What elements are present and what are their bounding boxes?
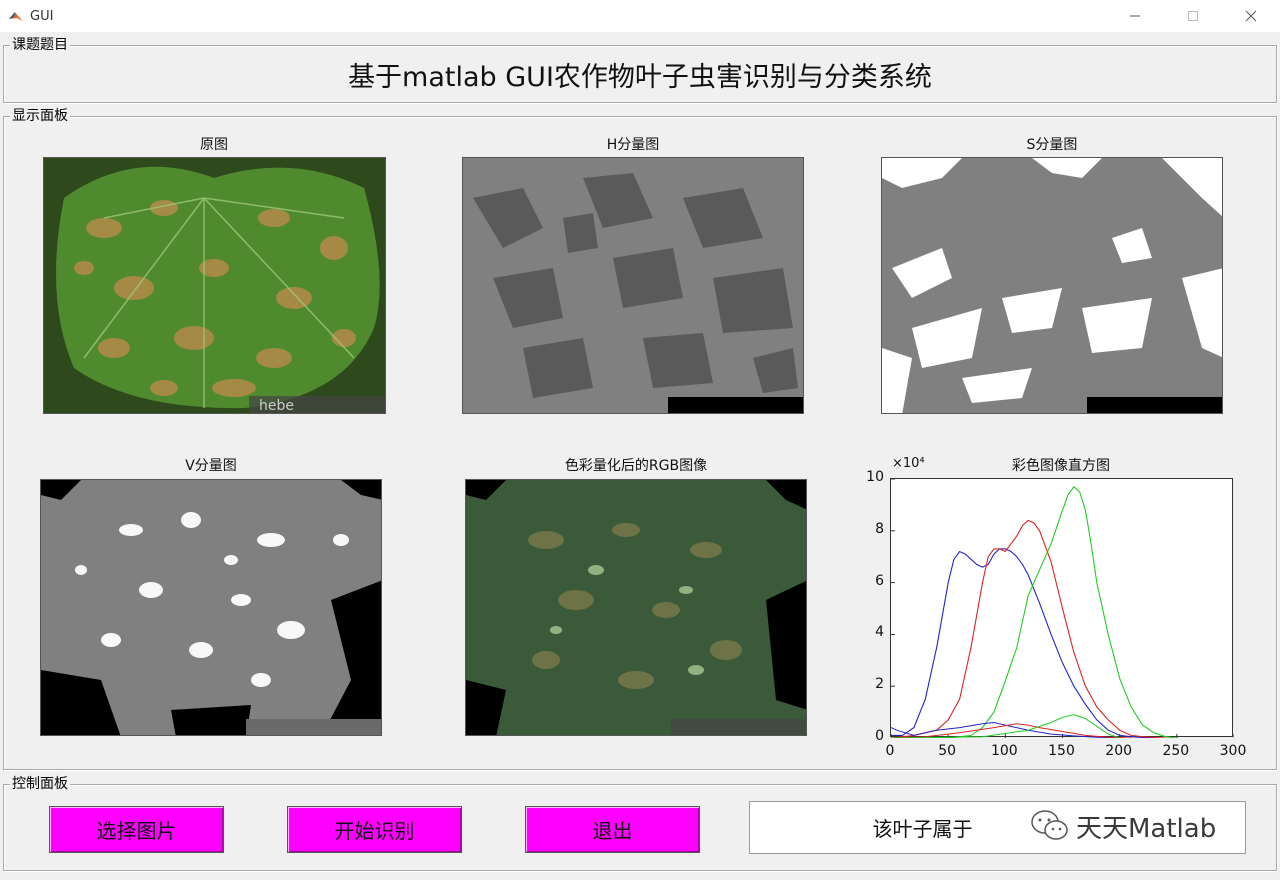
display-panel-legend: 显示面板 xyxy=(10,108,70,125)
x-tick-label: 200 xyxy=(1105,743,1133,759)
axis-title-original: 原图 xyxy=(200,137,228,153)
quantized-rgb-image xyxy=(465,479,807,736)
window-titlebar: GUI xyxy=(0,0,1280,32)
close-button[interactable] xyxy=(1222,0,1280,32)
window-title: GUI xyxy=(30,8,54,24)
histogram-chart xyxy=(890,478,1234,738)
axis-title-histogram: 彩色图像直方图 xyxy=(1012,458,1110,474)
start-recognition-button[interactable]: 开始识别 xyxy=(287,806,462,853)
maximize-icon xyxy=(1188,11,1198,21)
y-tick-label: 2 xyxy=(875,676,884,693)
x-tick-label: 300 xyxy=(1219,743,1247,759)
y-tick-label: 0 xyxy=(875,728,884,744)
x-tick-label: 0 xyxy=(885,743,895,759)
h-component-image xyxy=(462,157,804,414)
minimize-button[interactable] xyxy=(1106,0,1164,32)
wechat-icon xyxy=(1031,810,1068,840)
y-exponent-label: ×10⁴ xyxy=(892,456,925,471)
histogram-series-0 xyxy=(891,548,1155,738)
select-image-button[interactable]: 选择图片 xyxy=(49,806,224,853)
page-title: 基于matlab GUI农作物叶子虫害识别与分类系统 xyxy=(348,62,932,93)
x-tick-label: 100 xyxy=(990,743,1018,759)
topic-panel-legend: 课题题目 xyxy=(10,37,70,54)
matlab-logo-icon xyxy=(8,8,24,24)
exit-button[interactable]: 退出 xyxy=(525,806,700,853)
maximize-button[interactable] xyxy=(1164,0,1222,32)
v-component-image xyxy=(40,479,382,736)
minimize-icon xyxy=(1130,15,1140,17)
histogram-series-1 xyxy=(891,519,1166,738)
y-tick-label: 8 xyxy=(875,520,884,537)
axis-title-quantized: 色彩量化后的RGB图像 xyxy=(564,458,708,474)
histogram-plot xyxy=(891,479,1234,738)
axis-title-h: H分量图 xyxy=(606,137,660,153)
y-tick-label: 10 xyxy=(866,469,884,485)
topic-panel: 课题题目 基于matlab GUI农作物叶子虫害识别与分类系统 xyxy=(3,37,1277,103)
svg-text:hebe: hebe xyxy=(259,398,294,414)
x-tick-label: 50 xyxy=(938,743,957,759)
s-component-image xyxy=(881,157,1223,414)
control-panel-legend: 控制面板 xyxy=(10,776,70,793)
watermark: 天天Matlab xyxy=(1030,806,1216,846)
axis-title-v: V分量图 xyxy=(185,458,237,474)
x-tick-label: 150 xyxy=(1048,743,1075,759)
y-tick-label: 6 xyxy=(875,572,884,589)
result-text: 该叶子属于 xyxy=(872,817,973,841)
watermark-text: 天天Matlab xyxy=(1076,813,1217,844)
close-icon xyxy=(1245,10,1257,22)
x-tick-label: 250 xyxy=(1162,743,1190,759)
y-tick-label: 4 xyxy=(875,624,884,641)
axis-title-s: S分量图 xyxy=(1026,137,1078,153)
original-image: hebe xyxy=(43,157,386,414)
histogram-series-2 xyxy=(891,485,1177,738)
